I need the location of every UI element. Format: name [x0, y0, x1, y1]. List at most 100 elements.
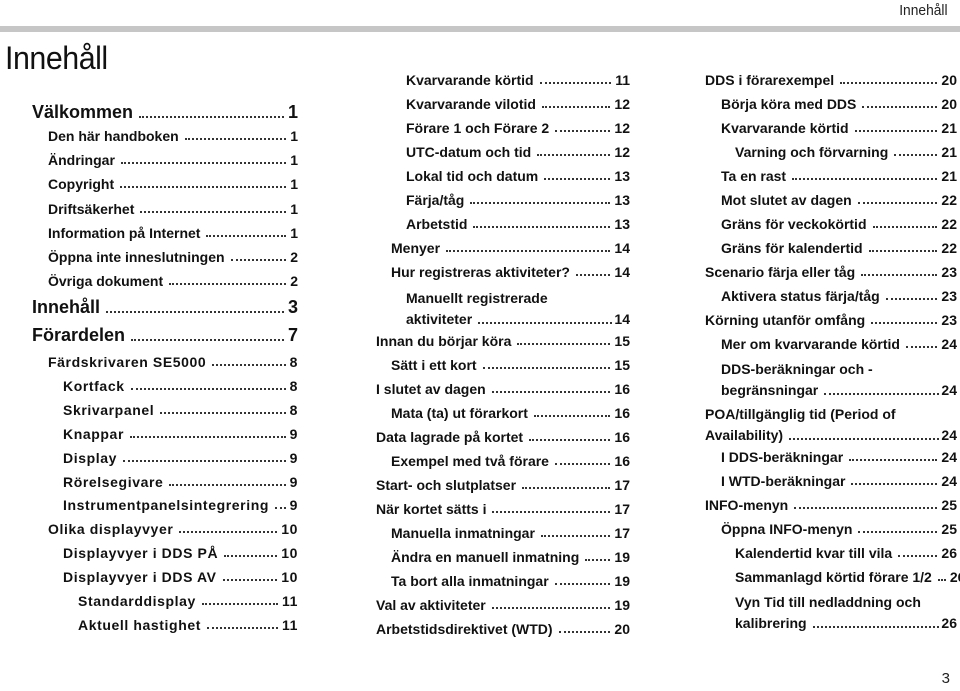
toc-entry-page: 19	[614, 597, 630, 613]
dot-leader	[473, 226, 611, 228]
toc-entry[interactable]: Standarddisplay 11	[78, 594, 298, 608]
toc-entry[interactable]: Ta bort alla inmatningar 19	[391, 574, 630, 588]
toc-entry[interactable]: Varning och förvarning 21	[735, 145, 957, 159]
toc-entry[interactable]: Rörelsegivare 9	[63, 475, 298, 489]
dot-leader	[140, 211, 287, 213]
toc-entry[interactable]: Innehåll 3	[32, 298, 298, 316]
toc-entry[interactable]: Instrumentpanelsintegrering 9	[63, 498, 298, 512]
toc-entry[interactable]: Displayvyer i DDS AV 10	[63, 570, 298, 584]
toc-entry-label: Kortfack	[63, 378, 125, 394]
toc-entry-page: 1	[290, 225, 298, 241]
toc-entry-label: Sätt i ett kort	[391, 357, 477, 373]
toc-entry[interactable]: I DDS-beräkningar 24	[721, 450, 957, 464]
toc-entry[interactable]: I slutet av dagen 16	[376, 382, 630, 396]
toc-entry-label: Mot slutet av dagen	[721, 192, 852, 208]
toc-entry[interactable]: Ändra en manuell inmatning 19	[391, 550, 630, 564]
toc-entry-label: Mata (ta) ut förarkort	[391, 405, 528, 421]
toc-entry[interactable]: Aktuell hastighet 11	[78, 618, 298, 632]
toc-entry[interactable]: Scenario färja eller tåg 23	[705, 265, 957, 279]
toc-entry[interactable]: När kortet sätts i 17	[376, 502, 630, 516]
dot-leader	[206, 235, 287, 237]
toc-entry[interactable]: Lokal tid och datum 13	[406, 169, 630, 183]
toc-entry-page: 17	[614, 501, 630, 517]
dot-leader	[861, 274, 938, 276]
toc-entry[interactable]: Hur registreras aktiviteter? 14	[391, 265, 630, 279]
header-divider	[0, 26, 960, 32]
toc-entry[interactable]: INFO-menyn 25	[705, 498, 957, 512]
toc-entry[interactable]: I WTD-beräkningar 24	[721, 474, 957, 488]
toc-entry-page: 14	[614, 240, 630, 256]
toc-entry[interactable]: Färdskrivaren SE5000 8	[48, 355, 298, 369]
toc-entry[interactable]: Driftsäkerhet 1	[48, 202, 298, 216]
toc-entry[interactable]: Menyer 14	[391, 241, 630, 255]
toc-entry-label: Olika displayvyer	[48, 521, 174, 537]
toc-entry[interactable]: Display 9	[63, 451, 298, 465]
toc-entry[interactable]: Innan du börjar köra 15	[376, 334, 630, 348]
toc-entry[interactable]: Sammanlagd körtid förare 1/2 26	[735, 569, 960, 585]
dot-leader	[482, 367, 611, 369]
toc-entry[interactable]: Arbetstidsdirektivet (WTD) 20	[376, 622, 630, 636]
toc-entry-label: Rörelsegivare	[63, 474, 164, 490]
toc-entry[interactable]: Körning utanför omfång 23	[705, 313, 957, 327]
toc-entry[interactable]: Öppna inte inneslutningen 2	[48, 250, 298, 264]
toc-entry[interactable]: Manuellt registrerade aktiviteter 14	[406, 290, 630, 327]
toc-entry[interactable]: POA/tillgänglig tid (Period of Availabili…	[705, 406, 957, 443]
toc-entry-page: 13	[614, 192, 630, 208]
toc-entry[interactable]: Förare 1 och Förare 2 12	[406, 121, 630, 135]
dot-leader	[179, 531, 278, 533]
toc-entry-label: Menyer	[391, 240, 441, 256]
toc-entry[interactable]: DDS i förarexempel 20	[705, 73, 957, 87]
toc-entry[interactable]: Förardelen 7	[32, 326, 298, 344]
toc-entry[interactable]: Displayvyer i DDS PÅ 10	[63, 546, 298, 560]
toc-entry[interactable]: Val av aktiviteter 19	[376, 598, 630, 612]
toc-entry[interactable]: Copyright 1	[48, 177, 298, 191]
toc-entry-label: Kalendertid kvar till vila	[735, 545, 893, 561]
toc-entry[interactable]: Mot slutet av dagen 22	[721, 193, 957, 207]
toc-entry[interactable]: Ta en rast 21	[721, 169, 957, 183]
toc-entry[interactable]: Exempel med två förare 16	[391, 454, 630, 468]
toc-entry-label: Välkommen	[32, 102, 134, 122]
toc-entry[interactable]: Aktivera status färja/tåg 23	[721, 289, 957, 303]
dot-leader	[849, 459, 938, 461]
toc-entry[interactable]: Kvarvarande körtid 21	[721, 121, 957, 135]
toc-entry[interactable]: Mata (ta) ut förarkort 16	[391, 406, 630, 420]
toc-entry[interactable]: Gräns för kalendertid 22	[721, 241, 957, 255]
toc-entry[interactable]: UTC-datum och tid 12	[406, 145, 630, 159]
dot-leader	[812, 626, 940, 628]
toc-entry[interactable]: Ändringar 1	[48, 153, 298, 167]
toc-entry-page: 26	[949, 569, 960, 585]
toc-entry[interactable]: Skrivarpanel 8	[63, 403, 298, 417]
toc-entry[interactable]: Kortfack 8	[63, 379, 298, 393]
toc-entry[interactable]: Manuella inmatningar 17	[391, 526, 630, 540]
toc-entry[interactable]: Gräns för veckokörtid 22	[721, 217, 957, 231]
toc-entry[interactable]: Arbetstid 13	[406, 217, 630, 231]
toc-entry[interactable]: Välkommen 1	[32, 103, 298, 121]
toc-entry-label: Börja köra med DDS	[721, 96, 857, 112]
toc-entry-label-continued: kalibrering	[735, 615, 807, 631]
toc-entry[interactable]: Mer om kvarvarande körtid 24	[721, 337, 957, 351]
toc-entry-page: 2	[290, 273, 298, 289]
toc-entry[interactable]: Kvarvarande vilotid 12	[406, 97, 630, 111]
toc-entry[interactable]: Data lagrade på kortet 16	[376, 430, 630, 444]
toc-entry-label: Information på Internet	[48, 225, 201, 241]
toc-entry[interactable]: Färja/tåg 13	[406, 193, 630, 207]
toc-entry[interactable]: Börja köra med DDS 20	[721, 97, 957, 111]
toc-entry[interactable]: Öppna INFO-menyn 25	[721, 522, 957, 536]
dot-leader	[169, 484, 286, 486]
toc-entry[interactable]: Start- och slutplatser 17	[376, 478, 630, 492]
toc-entry[interactable]: Övriga dokument 2	[48, 274, 298, 288]
toc-entry-page: 24	[941, 427, 957, 443]
toc-entry[interactable]: Knappar 9	[63, 427, 298, 441]
toc-entry[interactable]: DDS-beräkningar och - begränsningar 24	[721, 361, 957, 398]
toc-entry[interactable]: Den här handboken 1	[48, 129, 298, 143]
toc-entry[interactable]: Kvarvarande körtid 11	[406, 73, 630, 87]
toc-entry-label: Sammanlagd körtid förare 1/2	[735, 569, 932, 585]
toc-entry[interactable]: Vyn Tid till nedladdning och kalibrering 2…	[735, 594, 957, 631]
toc-entry-label-continued: begränsningar	[721, 382, 819, 398]
toc-entry[interactable]: Sätt i ett kort 15	[391, 358, 630, 372]
toc-entry[interactable]: Information på Internet 1	[48, 226, 298, 240]
dot-leader	[533, 415, 611, 417]
toc-entry[interactable]: Kalendertid kvar till vila 26	[735, 546, 957, 560]
toc-entry-label: Standarddisplay	[78, 593, 196, 609]
toc-entry[interactable]: Olika displayvyer 10	[48, 522, 298, 536]
